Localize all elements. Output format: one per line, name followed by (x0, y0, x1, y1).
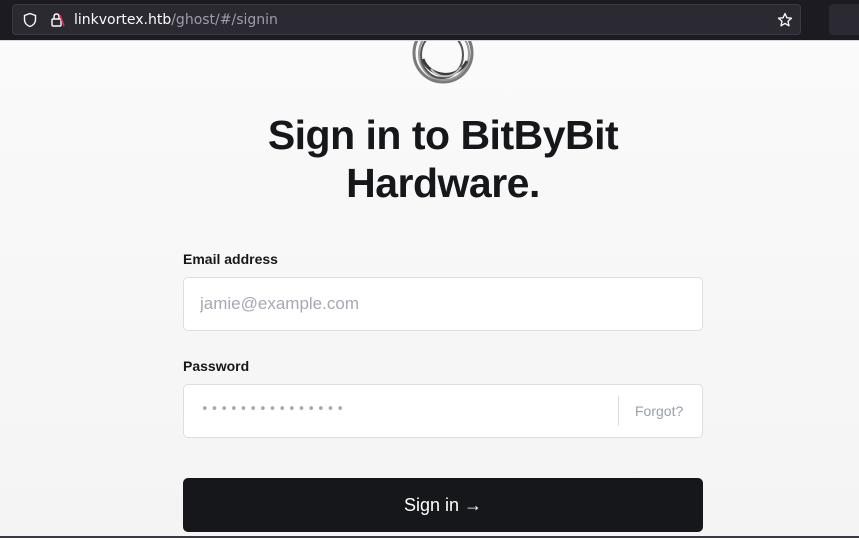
address-bar[interactable]: linkvortex.htb/ghost/#/signin (12, 4, 801, 35)
email-field[interactable] (183, 277, 703, 331)
forgot-divider (618, 396, 619, 426)
site-logo (409, 41, 477, 87)
password-label: Password (183, 358, 250, 374)
url-text[interactable]: linkvortex.htb/ghost/#/signin (74, 11, 278, 29)
url-host: linkvortex.htb (74, 12, 172, 28)
forgot-password-link[interactable]: Forgot? (635, 403, 683, 419)
signin-button[interactable]: Sign in → (183, 478, 703, 532)
browser-toolbar: linkvortex.htb/ghost/#/signin (0, 0, 859, 40)
page-title: Sign in to BitByBit Hardware. (267, 112, 619, 206)
star-icon[interactable] (777, 12, 793, 28)
toolbar-edge (829, 4, 859, 35)
url-path: /ghost/#/signin (171, 12, 278, 28)
email-label: Email address (183, 251, 278, 267)
shield-icon[interactable] (22, 12, 38, 28)
signin-page: Sign in to BitByBit Hardware. Email addr… (0, 40, 859, 538)
password-field[interactable]: ••••••••••••••• Forgot? (183, 384, 703, 438)
lock-icon[interactable] (49, 12, 65, 28)
password-value: ••••••••••••••• (201, 402, 347, 417)
